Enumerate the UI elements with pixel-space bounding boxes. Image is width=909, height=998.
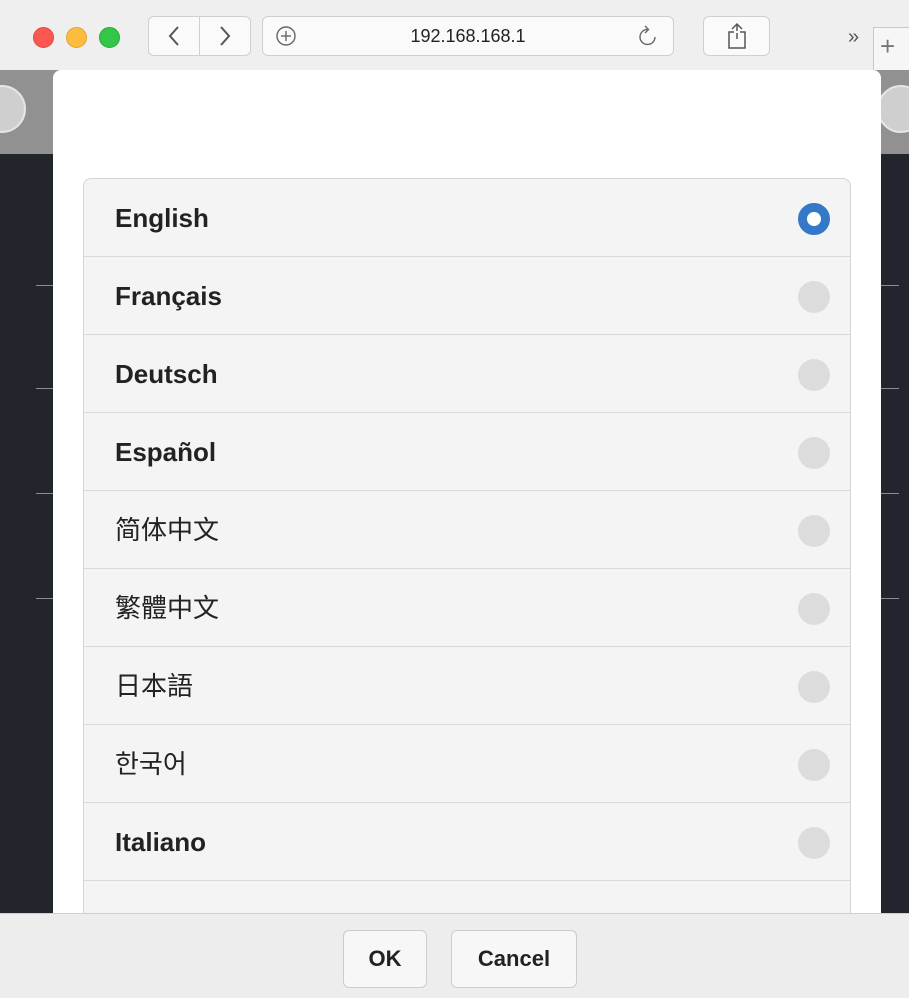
radio-button-selected[interactable] — [798, 203, 830, 235]
radio-button[interactable] — [798, 827, 830, 859]
divider — [881, 493, 899, 494]
divider — [36, 388, 53, 389]
language-option-deutsch[interactable]: Deutsch — [84, 335, 850, 413]
language-label: 한국어 — [115, 749, 187, 779]
language-label: 繁體中文 — [115, 593, 220, 623]
divider — [881, 388, 899, 389]
language-label: Deutsch — [115, 359, 218, 389]
toolbar-overflow-button[interactable]: » — [848, 26, 859, 49]
ok-button[interactable]: OK — [343, 930, 427, 988]
chevron-left-icon — [168, 26, 179, 46]
language-list: English Français Deutsch Español 简体中文 繁體… — [83, 178, 851, 913]
language-option-partial[interactable] — [84, 881, 850, 913]
dialog-action-bar: OK Cancel — [0, 913, 909, 998]
cancel-button[interactable]: Cancel — [451, 930, 577, 988]
radio-button[interactable] — [798, 671, 830, 703]
language-option-simplified-chinese[interactable]: 简体中文 — [84, 491, 850, 569]
language-label: English — [115, 203, 209, 233]
divider — [881, 598, 899, 599]
radio-button[interactable] — [798, 515, 830, 547]
radio-button[interactable] — [798, 359, 830, 391]
radio-button[interactable] — [798, 593, 830, 625]
language-label: Français — [115, 281, 222, 311]
share-button[interactable] — [703, 16, 770, 56]
browser-toolbar: 192.168.168.1 » + — [0, 0, 909, 71]
language-label: Italiano — [115, 827, 207, 857]
language-option-korean[interactable]: 한국어 — [84, 725, 850, 803]
back-button[interactable] — [149, 17, 199, 55]
language-option-japanese[interactable]: 日本語 — [84, 647, 850, 725]
minimize-window-button[interactable] — [66, 27, 87, 48]
language-dialog: English Français Deutsch Español 简体中文 繁體… — [53, 70, 881, 913]
language-option-italiano[interactable]: Italiano — [84, 803, 850, 881]
divider — [36, 285, 53, 286]
share-icon — [727, 22, 746, 49]
language-option-espanol[interactable]: Español — [84, 413, 850, 491]
divider — [881, 285, 899, 286]
language-option-francais[interactable]: Français — [84, 257, 850, 335]
reload-icon[interactable] — [637, 24, 659, 53]
navigation-buttons — [148, 16, 251, 56]
new-tab-button[interactable]: + — [873, 27, 909, 70]
chevron-right-icon — [220, 26, 231, 46]
address-bar[interactable]: 192.168.168.1 — [262, 16, 674, 56]
close-window-button[interactable] — [33, 27, 54, 48]
language-label: Español — [115, 437, 217, 467]
forward-button[interactable] — [199, 17, 250, 55]
radio-button[interactable] — [798, 281, 830, 313]
language-option-traditional-chinese[interactable]: 繁體中文 — [84, 569, 850, 647]
language-option-english[interactable]: English — [84, 179, 850, 257]
url-text[interactable]: 192.168.168.1 — [263, 17, 673, 55]
language-label: 简体中文 — [115, 515, 220, 545]
divider — [36, 598, 53, 599]
divider — [36, 493, 53, 494]
radio-button[interactable] — [798, 749, 830, 781]
zoom-window-button[interactable] — [99, 27, 120, 48]
radio-button[interactable] — [798, 437, 830, 469]
language-label: 日本語 — [115, 671, 194, 701]
